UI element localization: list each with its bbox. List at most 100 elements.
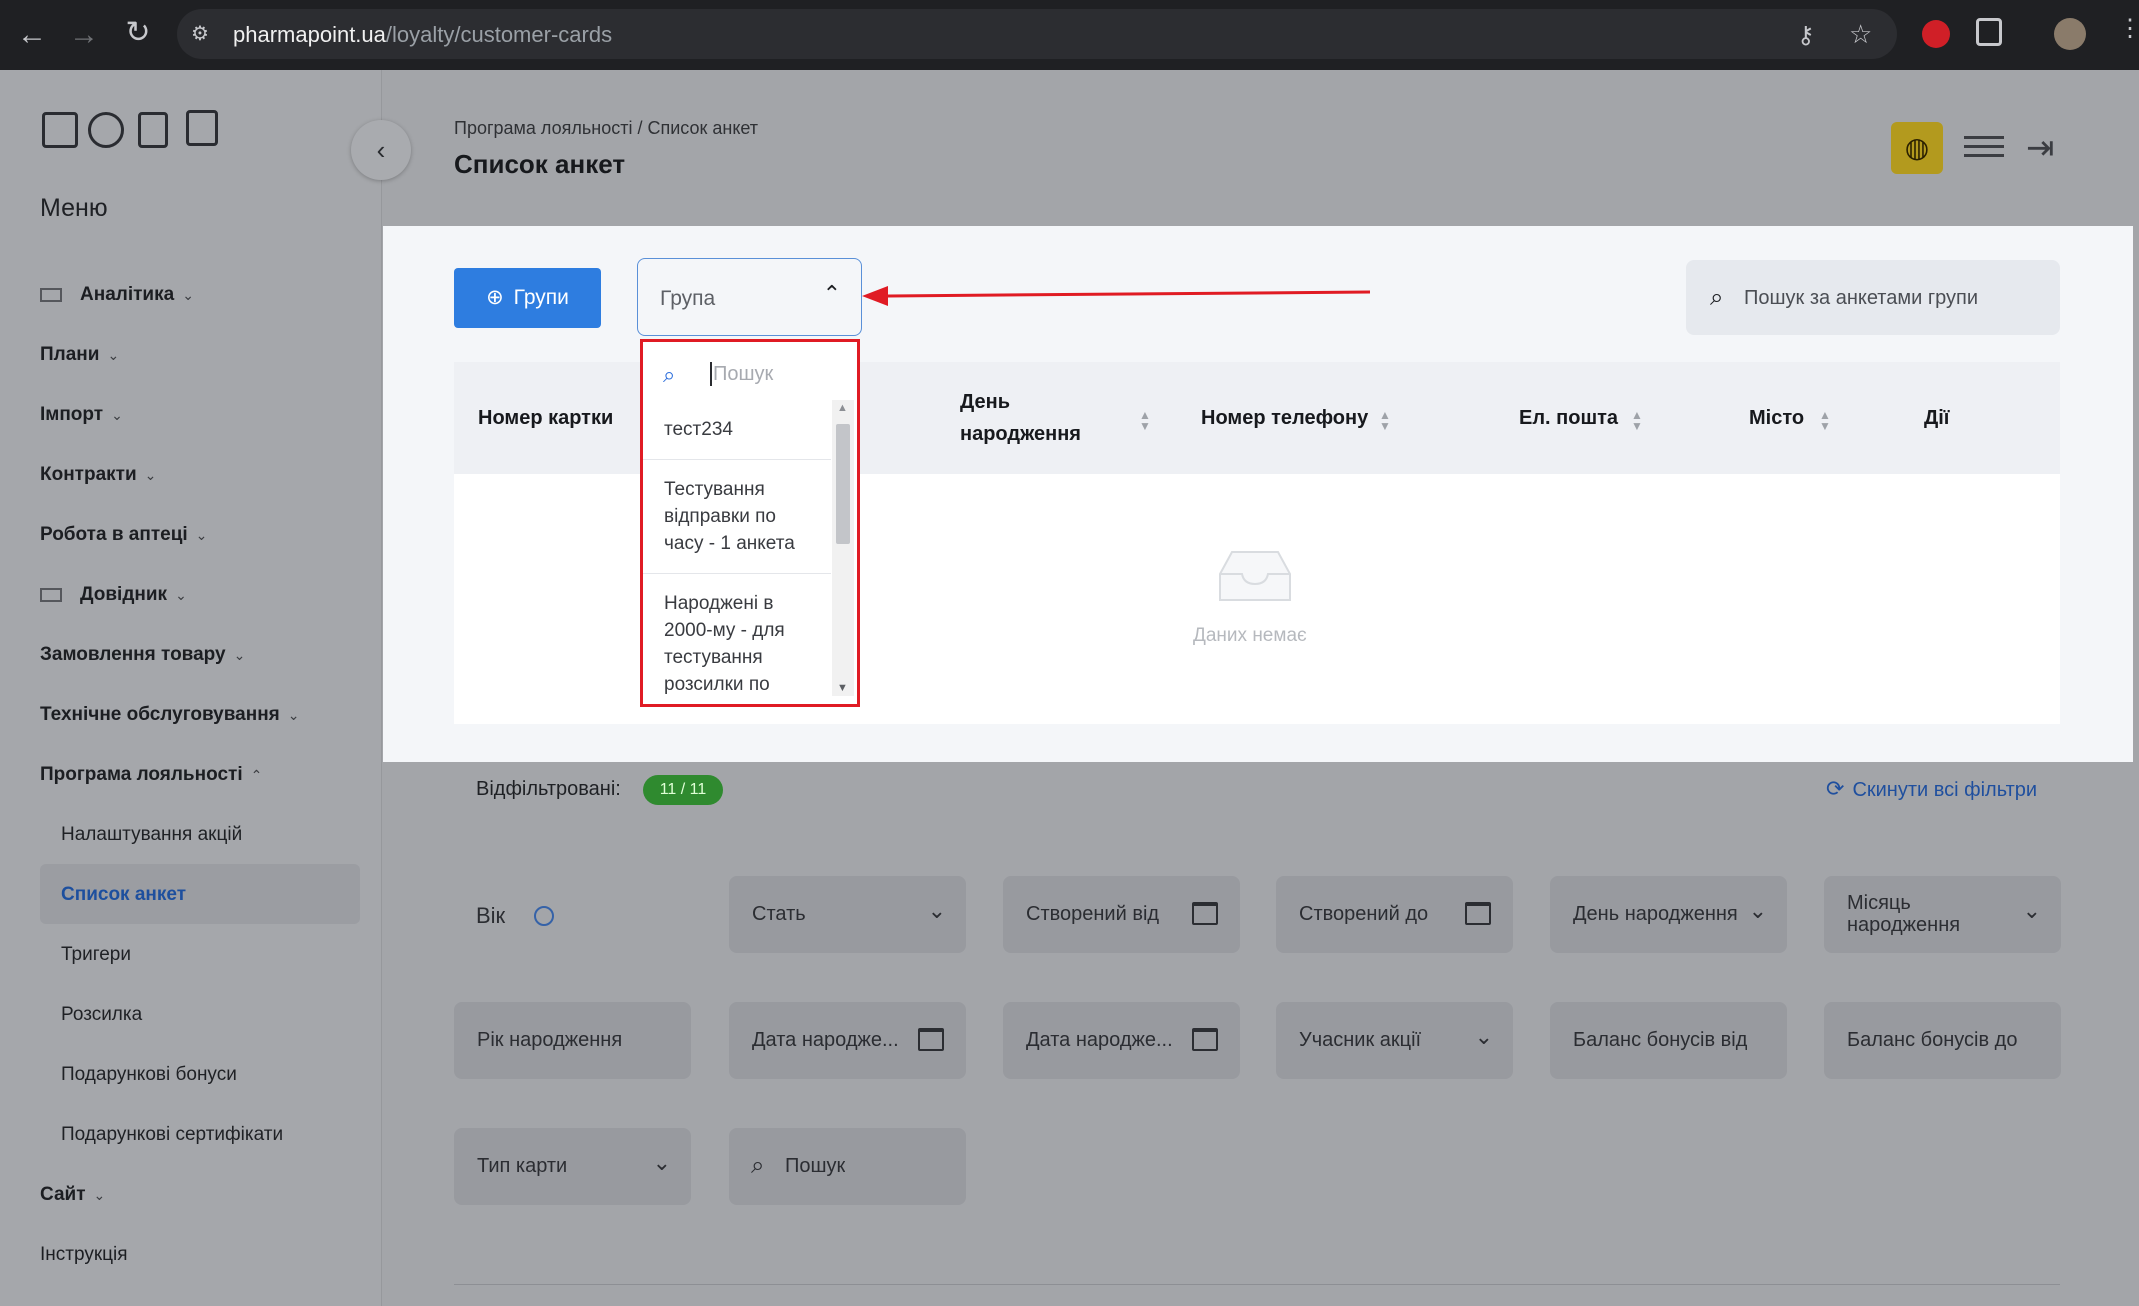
sidebar-item-directory[interactable]: Довідник ⌄ (40, 584, 187, 606)
scroll-down-icon[interactable]: ▼ (837, 682, 848, 694)
book-icon[interactable] (186, 110, 218, 146)
search-icon: ⌕ (1710, 284, 1724, 311)
birth-date-from[interactable]: Дата народже... (729, 1002, 966, 1079)
grid-icon (40, 287, 62, 302)
address-bar[interactable]: ⚙ pharmapoint.ua/loyalty/customer-cards … (177, 9, 1897, 59)
calendar-icon (1192, 902, 1218, 925)
calendar-icon (1192, 1028, 1218, 1051)
chevron-down-icon: ⌄ (287, 707, 300, 723)
filtered-count-badge: 11 / 11 (643, 775, 723, 805)
chevron-down-icon: ⌄ (144, 467, 157, 483)
puzzle-icon[interactable] (1976, 18, 2002, 46)
column-phone[interactable]: Номер телефону (1201, 402, 1368, 434)
group-select[interactable]: Група ⌃ (637, 258, 862, 336)
scrollbar-thumb[interactable] (836, 424, 850, 544)
sidebar-item-instructions[interactable]: Інструкція (40, 1244, 128, 1266)
url-text[interactable]: pharmapoint.ua/loyalty/customer-cards (233, 22, 612, 48)
dropdown-scrollbar[interactable]: ▲ ▼ (832, 400, 854, 696)
sidebar-item-pharmacy-work[interactable]: Робота в аптеці ⌄ (40, 524, 207, 546)
search-icon: ⌕ (751, 1152, 765, 1179)
column-card-number[interactable]: Номер картки (478, 402, 613, 434)
column-city[interactable]: Місто (1749, 402, 1804, 434)
sidebar-subitem-questionnaires[interactable]: Список анкет (61, 884, 186, 906)
bonus-balance-to[interactable]: Баланс бонусів до (1824, 1002, 2061, 1079)
sort-icon[interactable]: ▲ ▼ (1379, 409, 1391, 432)
sidebar-subitem-gift-bonuses[interactable]: Подарункові бонуси (61, 1064, 237, 1086)
group-questionnaire-search[interactable]: ⌕ Пошук за анкетами групи (1686, 260, 2060, 335)
sidebar-item-contracts[interactable]: Контракти ⌄ (40, 464, 156, 486)
chevron-down-icon: ⌄ (107, 347, 120, 363)
sidebar-subitem-gift-certificates[interactable]: Подарункові сертифікати (61, 1124, 283, 1146)
chevron-left-icon: ‹ (376, 135, 386, 165)
birth-year-input[interactable]: Рік народження (454, 1002, 691, 1079)
sidebar-item-site[interactable]: Сайт ⌄ (40, 1184, 105, 1206)
chevron-down-icon: ⌄ (1474, 1024, 1493, 1049)
extension-red-icon[interactable] (1922, 20, 1950, 48)
radio-icon[interactable] (534, 906, 554, 926)
site-info-icon[interactable]: ⚙ (191, 21, 217, 47)
created-to-date[interactable]: Створений до (1276, 876, 1513, 953)
sort-icon[interactable]: ▲ ▼ (1139, 409, 1151, 432)
globe-icon[interactable]: ◍ (1891, 122, 1943, 174)
pie-chart-icon[interactable] (88, 112, 124, 148)
sidebar-subitem-promo-settings[interactable]: Налаштування акцій (61, 824, 242, 846)
reset-filters-link[interactable]: ⟳ Скинути всі фільтри (1826, 776, 2037, 802)
sidebar-item-import[interactable]: Імпорт ⌄ (40, 404, 123, 426)
calendar-icon (1465, 902, 1491, 925)
dropdown-option[interactable]: Народжені в 2000-му - для тестування роз… (643, 574, 831, 700)
birth-month-select[interactable]: Місяць народження ⌄ (1824, 876, 2061, 953)
hamburger-icon[interactable] (1964, 130, 2004, 164)
sidebar (0, 70, 382, 1306)
page-title: Список анкет (454, 149, 626, 179)
key-icon[interactable]: ⚷ (1797, 21, 1815, 50)
dropdown-search-input[interactable]: ⌕ Пошук (663, 358, 843, 394)
calendar-icon (918, 1028, 944, 1051)
scroll-up-icon[interactable]: ▲ (837, 402, 848, 414)
logout-icon[interactable]: ⇥ (2026, 128, 2055, 168)
document-icon[interactable] (138, 112, 168, 148)
card-type-select[interactable]: Тип карти ⌄ (454, 1128, 691, 1205)
plus-circle-icon: ⊕ (486, 286, 504, 309)
chevron-down-icon: ⌄ (111, 407, 123, 423)
back-icon[interactable]: ← (12, 20, 52, 50)
sidebar-subitem-triggers[interactable]: Тригери (61, 944, 131, 966)
chevron-down-icon: ⌄ (182, 287, 194, 303)
sidebar-subitem-mailing[interactable]: Розсилка (61, 1004, 142, 1026)
sort-icon[interactable]: ▲ ▼ (1631, 409, 1643, 432)
column-birthday[interactable]: День народження (960, 386, 1081, 450)
filter-search-input[interactable]: ⌕ Пошук (729, 1128, 966, 1205)
chevron-up-icon: ⌃ (822, 281, 841, 306)
dropdown-option[interactable]: тест234 (643, 400, 831, 460)
sidebar-item-maintenance[interactable]: Технічне обслуговування ⌄ (40, 704, 300, 726)
reload-icon[interactable]: ↻ (118, 18, 158, 48)
age-filter[interactable]: Вік (454, 876, 691, 953)
promo-member-select[interactable]: Учасник акції ⌄ (1276, 1002, 1513, 1079)
empty-state-text: Даних немає (1193, 625, 1307, 646)
created-from-date[interactable]: Створений від (1003, 876, 1240, 953)
browser-menu-icon[interactable]: ⋮ (2118, 14, 2139, 43)
sidebar-item-plans[interactable]: Плани ⌄ (40, 344, 119, 366)
birth-day-select[interactable]: День народження ⌄ (1550, 876, 1787, 953)
chevron-down-icon: ⌄ (175, 587, 187, 603)
groups-button[interactable]: ⊕ Групи (454, 268, 601, 328)
chevron-down-icon: ⌄ (93, 1187, 106, 1203)
column-email[interactable]: Ел. пошта (1519, 402, 1618, 434)
dropdown-option[interactable]: Тестування відправки по часу - 1 анкета (643, 460, 831, 574)
forward-icon[interactable]: → (64, 20, 104, 50)
refresh-icon: ⟳ (1826, 776, 1845, 801)
box-icon[interactable] (42, 112, 78, 148)
avatar[interactable] (2054, 18, 2086, 50)
birth-date-to[interactable]: Дата народже... (1003, 1002, 1240, 1079)
sidebar-item-analytics[interactable]: Аналітика ⌄ (40, 284, 194, 306)
bonus-balance-from[interactable]: Баланс бонусів від (1550, 1002, 1787, 1079)
red-arrow-annotation (862, 286, 1371, 306)
sidebar-item-orders[interactable]: Замовлення товару ⌄ (40, 644, 245, 666)
chevron-down-icon: ⌄ (195, 527, 208, 543)
sort-icon[interactable]: ▲ ▼ (1819, 409, 1831, 432)
collapse-sidebar-button[interactable]: ‹ (351, 120, 411, 180)
chevron-up-icon: ⌃ (250, 767, 263, 783)
breadcrumb: Програма лояльності / Список анкет (454, 118, 759, 138)
sidebar-item-loyalty[interactable]: Програма лояльності ⌃ (40, 764, 262, 786)
star-icon[interactable]: ☆ (1849, 19, 1872, 50)
sex-select[interactable]: Стать ⌄ (729, 876, 966, 953)
